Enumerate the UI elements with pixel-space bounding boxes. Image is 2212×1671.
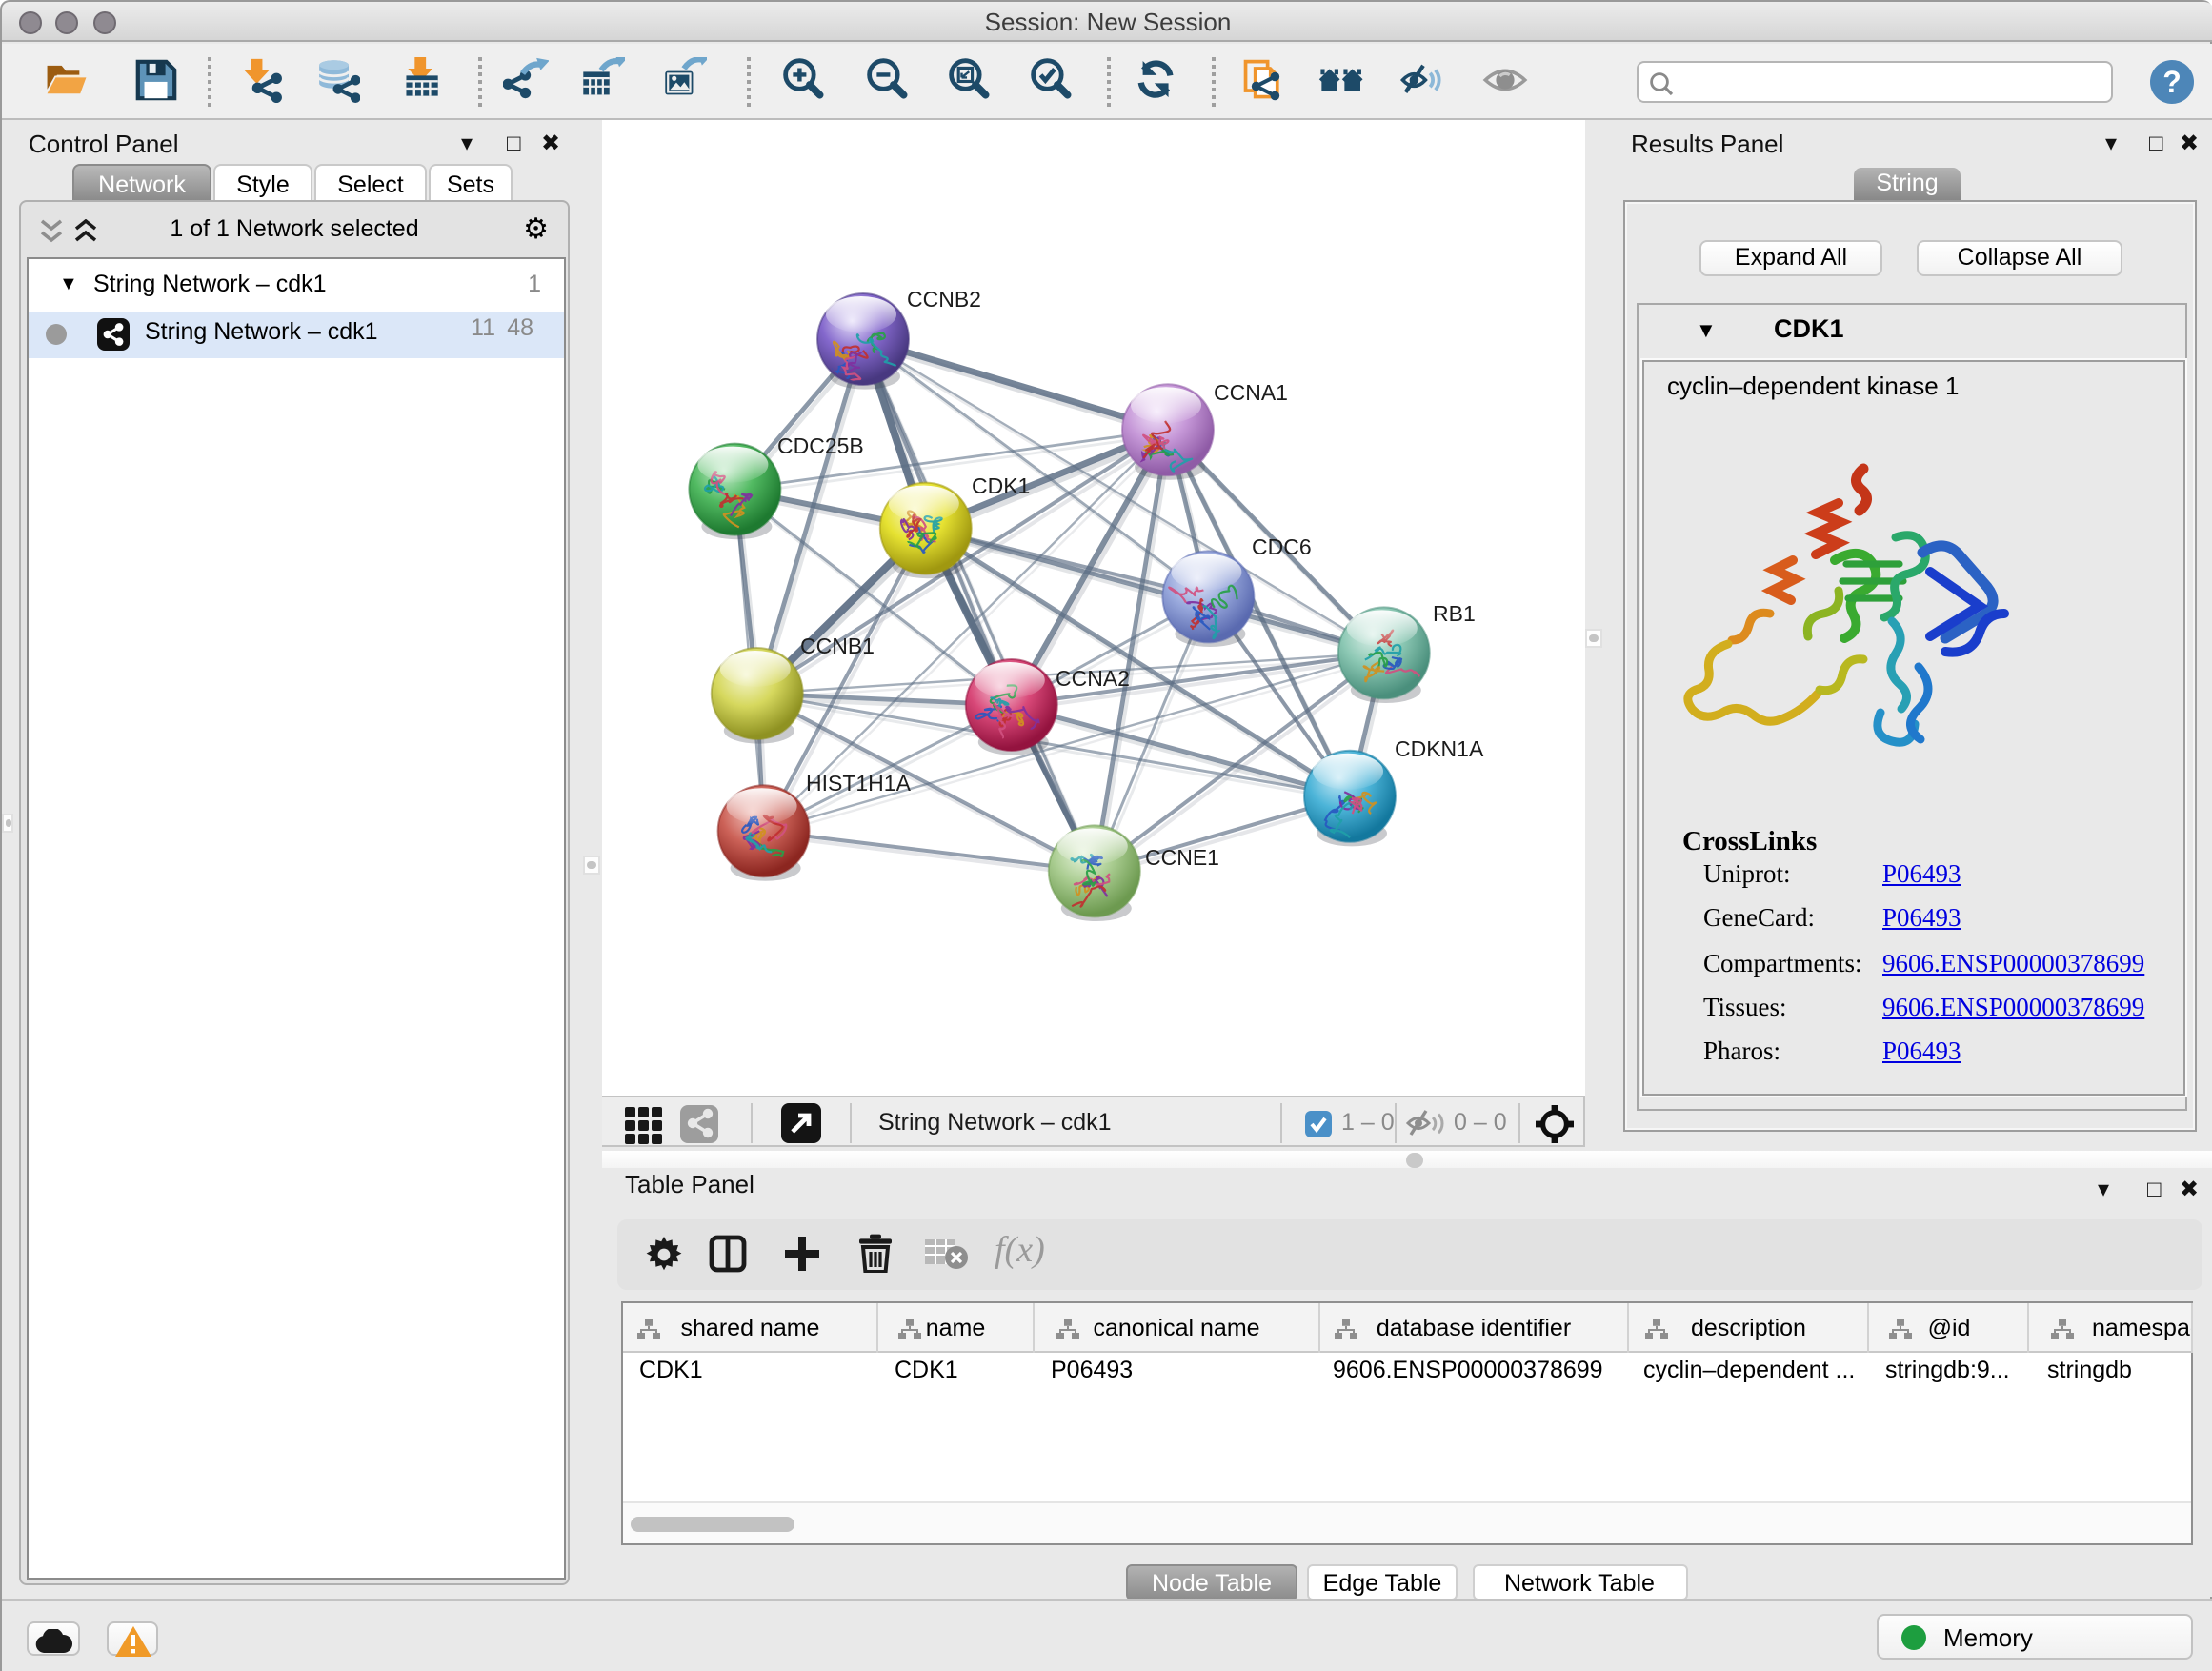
svg-text:CDC25B: CDC25B xyxy=(777,433,864,458)
svg-text:CDKN1A: CDKN1A xyxy=(1395,736,1484,761)
svg-text:CCNE1: CCNE1 xyxy=(1145,845,1219,870)
svg-text:CCNA1: CCNA1 xyxy=(1214,380,1288,405)
svg-text:CCNA2: CCNA2 xyxy=(1056,666,1130,691)
svg-text:HIST1H1A: HIST1H1A xyxy=(806,771,912,795)
svg-text:?: ? xyxy=(2162,65,2182,99)
svg-text:CDK1: CDK1 xyxy=(972,473,1030,498)
svg-text:CCNB1: CCNB1 xyxy=(800,634,875,658)
svg-text:RB1: RB1 xyxy=(1433,601,1476,626)
svg-text:CCNB2: CCNB2 xyxy=(907,287,981,312)
svg-text:CDC6: CDC6 xyxy=(1252,534,1312,559)
